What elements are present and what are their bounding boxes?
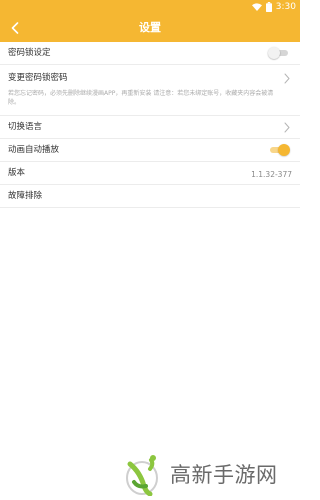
status-icons: 3:30 (251, 1, 296, 13)
change-password-description: 若您忘记密码，必须先删除继续漫画APP，再重新安装 请注意：若您未绑定账号，收藏… (8, 90, 274, 106)
wifi-icon (251, 3, 262, 11)
status-bar: 3:30 (0, 0, 300, 14)
language-row[interactable]: 切换语言 (0, 116, 300, 139)
chevron-left-icon (11, 19, 19, 38)
version-value: 1.1.32-377 (251, 170, 292, 179)
version-row: 版本 1.1.32-377 (0, 162, 300, 185)
settings-screen: 3:30 设置 密码锁设定 变更密码锁密码 若您忘记密码，必须先删除继续漫画AP… (0, 0, 300, 500)
battery-icon (265, 2, 272, 12)
settings-list: 密码锁设定 变更密码锁密码 若您忘记密码，必须先删除继续漫画APP，再重新安装 … (0, 42, 300, 208)
troubleshoot-row[interactable]: 故障排除 (0, 185, 300, 208)
chevron-right-icon (282, 72, 292, 84)
page-title: 设置 (139, 21, 161, 34)
chevron-right-icon (282, 121, 292, 133)
autoplay-animation-row[interactable]: 动画自动播放 (0, 139, 300, 162)
password-lock-label: 密码锁设定 (8, 48, 51, 58)
language-label: 切换语言 (8, 122, 43, 132)
change-password-row[interactable]: 变更密码锁密码 若您忘记密码，必须先删除继续漫画APP，再重新安装 请注意：若您… (0, 65, 300, 116)
autoplay-animation-toggle[interactable] (268, 144, 290, 156)
status-time: 3:30 (275, 2, 296, 12)
change-password-label: 变更密码锁密码 (8, 73, 68, 83)
troubleshoot-label: 故障排除 (8, 191, 43, 201)
autoplay-animation-label: 动画自动播放 (8, 145, 60, 155)
watermark-logo-icon (126, 455, 158, 496)
version-label: 版本 (8, 168, 26, 178)
password-lock-row[interactable]: 密码锁设定 (0, 42, 300, 65)
watermark-text: 高新手游网 (170, 463, 278, 487)
back-button[interactable] (4, 16, 26, 40)
password-lock-toggle[interactable] (268, 47, 290, 59)
watermark: 高新手游网 (120, 452, 296, 496)
toolbar: 设置 (0, 14, 300, 42)
